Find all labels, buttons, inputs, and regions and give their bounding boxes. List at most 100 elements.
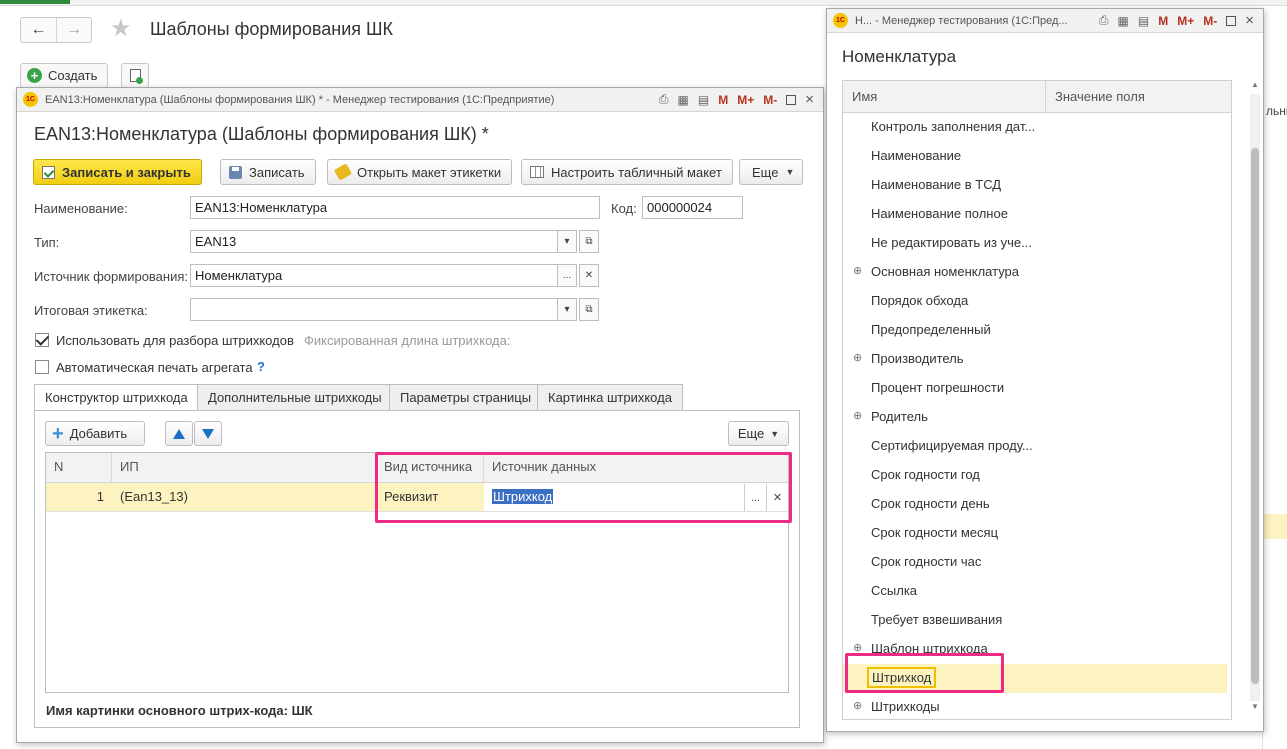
help-question-icon[interactable]: ? bbox=[257, 359, 265, 374]
tree-item[interactable]: Наименование полное bbox=[843, 200, 1227, 229]
tree-item[interactable]: Срок годности день bbox=[843, 490, 1227, 519]
tree-item[interactable]: Порядок обхода bbox=[843, 287, 1227, 316]
favorite-star-icon[interactable]: ★ bbox=[110, 14, 132, 43]
use-for-parsing-label[interactable]: Использовать для разбора штрихкодов bbox=[56, 333, 294, 348]
tree-item[interactable]: Процент погрешности bbox=[843, 374, 1227, 403]
expand-plus-icon[interactable]: ⊕ bbox=[853, 409, 862, 422]
table-more-label: Еще bbox=[737, 426, 765, 441]
setup-table-layout-button[interactable]: Настроить табличный макет bbox=[521, 159, 733, 185]
open-label-layout-button[interactable]: Открыть макет этикетки bbox=[327, 159, 513, 185]
create-button[interactable]: + Создать bbox=[20, 63, 109, 88]
tree-item[interactable]: ⊕ Штрихкоды bbox=[843, 693, 1227, 719]
name-field[interactable]: EAN13:Номенклатура bbox=[190, 196, 600, 219]
source-field[interactable]: Номенклатура bbox=[190, 264, 558, 287]
final-label-dropdown-button[interactable]: ▾ bbox=[557, 298, 577, 321]
expand-plus-icon[interactable]: ⊕ bbox=[853, 641, 862, 654]
table-cell-source-kind[interactable]: Реквизит bbox=[376, 483, 484, 512]
source-select-button[interactable]: ... bbox=[557, 264, 577, 287]
tab-page-parameters[interactable]: Параметры страницы bbox=[389, 384, 543, 410]
scrollbar-track[interactable] bbox=[1250, 94, 1260, 701]
table-cell-data-source[interactable]: Штрихкод bbox=[484, 483, 788, 512]
scrollbar-thumb[interactable] bbox=[1251, 148, 1259, 684]
forward-button[interactable]: → bbox=[55, 18, 91, 42]
tree-item[interactable]: Ссылка bbox=[843, 577, 1227, 606]
tree-item-label: Штрихкод bbox=[867, 667, 937, 688]
calculator-icon[interactable]: ▦ bbox=[678, 93, 689, 107]
expand-plus-icon[interactable]: ⊕ bbox=[853, 699, 862, 712]
scroll-down-icon[interactable]: ▼ bbox=[1250, 702, 1260, 711]
tree-item[interactable]: ⊕ Родитель bbox=[843, 403, 1227, 432]
save-and-close-button[interactable]: Записать и закрыть bbox=[33, 159, 202, 185]
tree-item[interactable]: ⊕ Производитель bbox=[843, 345, 1227, 374]
tree-item[interactable]: Наименование в ТСД bbox=[843, 171, 1227, 200]
column-header-source-kind[interactable]: Вид источника bbox=[376, 453, 484, 483]
move-up-button[interactable] bbox=[165, 421, 193, 446]
calendar-icon[interactable]: ▤ bbox=[1138, 14, 1149, 28]
tab-barcode-constructor[interactable]: Конструктор штрихкода bbox=[34, 384, 199, 411]
tree-item[interactable]: Не редактировать из уче... bbox=[843, 229, 1227, 258]
column-header-name[interactable]: Имя bbox=[843, 81, 1046, 113]
tree-item[interactable]: Контроль заполнения дат... bbox=[843, 113, 1227, 142]
tree-item[interactable]: Срок годности месяц bbox=[843, 519, 1227, 548]
move-down-button[interactable] bbox=[194, 421, 222, 446]
picker-scrollbar[interactable]: ▲ ▼ bbox=[1250, 80, 1260, 715]
tree-item[interactable]: Наименование bbox=[843, 142, 1227, 171]
calculator-icon[interactable]: ▦ bbox=[1118, 14, 1129, 28]
tree-item[interactable]: Предопределенный bbox=[843, 316, 1227, 345]
memory-plus-button[interactable]: M+ bbox=[1177, 14, 1194, 28]
data-source-selected-text[interactable]: Штрихкод bbox=[492, 489, 554, 504]
auto-print-checkbox[interactable] bbox=[35, 360, 49, 374]
close-icon[interactable]: × bbox=[805, 91, 814, 108]
use-for-parsing-checkbox[interactable] bbox=[35, 333, 49, 347]
tree-item-label: Предопределенный bbox=[871, 322, 991, 337]
memory-m-button[interactable]: M bbox=[718, 93, 728, 107]
tree-item[interactable]: Срок годности год bbox=[843, 461, 1227, 490]
calendar-icon[interactable]: ▤ bbox=[698, 93, 709, 107]
tree-item[interactable]: Требует взвешивания bbox=[843, 606, 1227, 635]
table-more-button[interactable]: Еще ▼ bbox=[728, 421, 789, 446]
add-row-label: Добавить bbox=[69, 426, 128, 441]
field-picker-tree: Имя Значение поля Контроль заполнения да… bbox=[842, 80, 1232, 720]
add-row-button[interactable]: + Добавить bbox=[45, 421, 145, 446]
tab-barcode-picture[interactable]: Картинка штрихкода bbox=[537, 384, 683, 410]
tree-item-current[interactable]: Штрихкод bbox=[843, 664, 1227, 693]
tree-item[interactable]: Срок годности час bbox=[843, 548, 1227, 577]
memory-plus-button[interactable]: M+ bbox=[737, 93, 754, 107]
expand-plus-icon[interactable]: ⊕ bbox=[853, 351, 862, 364]
column-header-data-source[interactable]: Источник данных bbox=[484, 453, 788, 483]
expand-plus-icon[interactable]: ⊕ bbox=[853, 264, 862, 277]
tab-additional-barcodes[interactable]: Дополнительные штрихкоды bbox=[197, 384, 393, 410]
scroll-up-icon[interactable]: ▲ bbox=[1250, 80, 1260, 89]
data-source-select-button[interactable]: ... bbox=[744, 484, 766, 511]
tree-item[interactable]: Сертифицируемая проду... bbox=[843, 432, 1227, 461]
final-label-open-button[interactable]: ⧉ bbox=[579, 298, 599, 321]
column-header-ip[interactable]: ИП bbox=[112, 453, 376, 483]
data-source-cell-buttons: ... ✕ bbox=[744, 484, 788, 511]
back-button[interactable]: ← bbox=[21, 18, 56, 42]
auto-print-label[interactable]: Автоматическая печать агрегата bbox=[56, 360, 253, 375]
print-icon[interactable]: ⎙ bbox=[1099, 13, 1109, 28]
memory-minus-button[interactable]: M- bbox=[763, 93, 777, 107]
type-field[interactable]: EAN13 bbox=[190, 230, 558, 253]
copy-document-button[interactable] bbox=[121, 63, 149, 88]
maximize-icon[interactable] bbox=[786, 94, 797, 105]
column-header-field-value[interactable]: Значение поля bbox=[1046, 81, 1231, 113]
column-header-n[interactable]: N bbox=[46, 453, 112, 483]
data-source-clear-button[interactable]: ✕ bbox=[766, 484, 788, 511]
save-button[interactable]: Записать bbox=[220, 159, 316, 185]
memory-minus-button[interactable]: M- bbox=[1203, 14, 1217, 28]
final-label-field[interactable] bbox=[190, 298, 558, 321]
maximize-icon[interactable] bbox=[1226, 15, 1237, 26]
close-icon[interactable]: × bbox=[1245, 12, 1254, 29]
table-cell-ip[interactable]: (Ean13_13) bbox=[112, 483, 376, 512]
tree-item[interactable]: ⊕ Шаблон штрихкода bbox=[843, 635, 1227, 664]
type-open-button[interactable]: ⧉ bbox=[579, 230, 599, 253]
memory-m-button[interactable]: M bbox=[1158, 14, 1168, 28]
table-cell-n[interactable]: 1 bbox=[46, 483, 112, 512]
print-icon[interactable]: ⎙ bbox=[659, 92, 669, 107]
source-clear-button[interactable]: ✕ bbox=[579, 264, 599, 287]
tree-item[interactable]: ⊕ Основная номенклатура bbox=[843, 258, 1227, 287]
type-dropdown-button[interactable]: ▾ bbox=[557, 230, 577, 253]
more-button[interactable]: Еще ▼ bbox=[739, 159, 804, 185]
code-field[interactable]: 000000024 bbox=[642, 196, 743, 219]
